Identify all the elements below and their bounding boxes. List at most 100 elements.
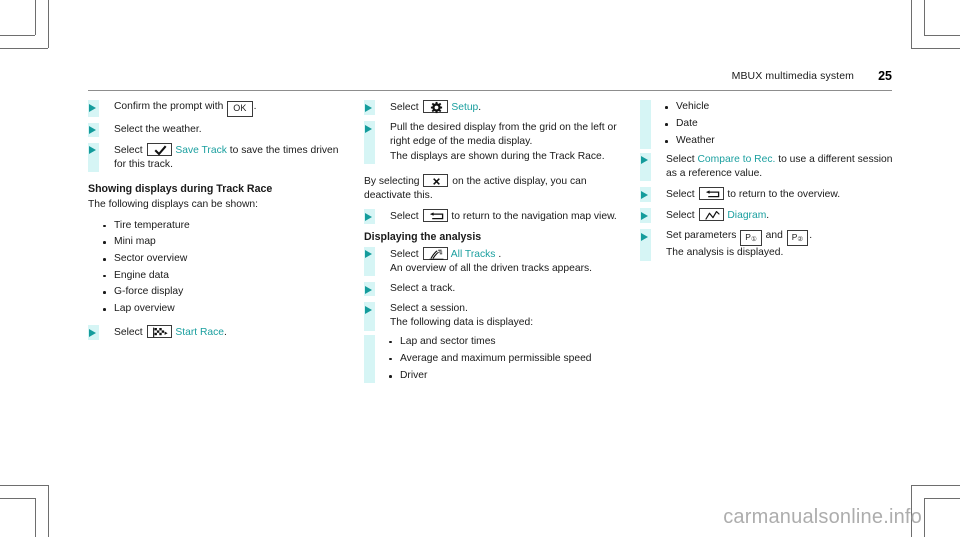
step-confirm-prompt: Confirm the prompt with OK. <box>88 100 346 117</box>
header-title: MBUX multimedia system <box>731 70 854 82</box>
checkmark-icon[interactable] <box>146 142 172 156</box>
step-text: Select a session. <box>390 303 468 315</box>
step-text-post: . <box>809 230 813 242</box>
step-arrow-icon <box>365 124 372 133</box>
gear-icon[interactable] <box>422 100 448 114</box>
step-arrow-icon <box>641 211 648 220</box>
step-note: The analysis is displayed. <box>666 247 784 259</box>
crop-mark-bottom-left <box>35 498 36 537</box>
step-note: An overview of all the driven tracks app… <box>390 262 593 274</box>
step-arrow-icon <box>365 285 372 294</box>
checkered-flag-icon[interactable] <box>146 325 172 339</box>
start-race-link[interactable]: Start Race <box>175 327 224 338</box>
diagram-link[interactable]: Diagram <box>727 210 766 221</box>
step-text-pre: Set parameters <box>666 230 737 242</box>
step-text-pre: Select <box>666 210 695 222</box>
paragraph-text-pre: By selecting <box>364 175 420 187</box>
list-item: Tire temperature <box>88 219 346 233</box>
step-text-pre: Select <box>114 327 143 339</box>
step-start-race: Select Start Race. <box>88 325 346 341</box>
step-arrow-icon <box>89 126 96 134</box>
list-item: Weather <box>640 134 896 148</box>
content-column-2: Select Setup. Pull the desired display f… <box>364 100 626 386</box>
list-item: Vehicle <box>640 100 896 114</box>
ok-button[interactable]: OK <box>227 101 253 117</box>
all-tracks-icon[interactable] <box>422 246 448 260</box>
step-all-tracks-note-wrap: An overview of all the driven tracks app… <box>364 261 626 277</box>
list-item: Date <box>640 117 896 131</box>
return-arrow-icon[interactable] <box>422 209 448 223</box>
step-session-note-wrap: The following data is displayed: <box>364 316 626 331</box>
crop-mark-top-left <box>0 48 48 49</box>
diagram-icon[interactable] <box>698 208 724 222</box>
step-select-setup: Select Setup. <box>364 100 626 116</box>
step-arrow-icon <box>641 156 648 165</box>
step-text-post: . <box>224 327 227 339</box>
compare-to-rec-link[interactable]: Compare to Rec. <box>698 154 776 165</box>
header-page-number: 25 <box>878 69 892 83</box>
close-x-icon[interactable] <box>423 173 449 187</box>
step-text-post: . <box>766 210 770 222</box>
step-select-all-tracks: Select All Tracks . <box>364 246 626 262</box>
step-text-pre: Select <box>390 211 419 223</box>
step-set-parameters: Set parameters P① and P②. <box>640 229 896 247</box>
step-select-a-session: Select a session. <box>364 302 626 317</box>
step-select-a-track: Select a track. <box>364 282 626 297</box>
parameter-p2-button[interactable]: P② <box>786 230 809 247</box>
crop-mark-bottom-left <box>0 485 48 486</box>
step-return-to-nav-map: Select to return to the navigation map v… <box>364 209 626 225</box>
heading-showing-displays: Showing displays during Track Race <box>88 183 273 196</box>
crop-mark-top-right <box>911 48 960 49</box>
save-track-link[interactable]: Save Track <box>175 145 227 156</box>
crop-mark-bottom-right <box>924 498 960 499</box>
step-arrow-icon <box>89 103 96 112</box>
step-arrow-icon <box>365 103 372 112</box>
all-tracks-link[interactable]: All Tracks <box>451 249 496 260</box>
crop-mark-bottom-right <box>924 498 925 537</box>
step-text-post: to return to the navigation map view. <box>451 211 617 223</box>
content-column-3: Vehicle Date Weather Select Compare to R… <box>640 100 896 261</box>
heading-displaying-analysis: Displaying the analysis <box>364 231 482 244</box>
step-note: The displays are shown during the Track … <box>390 150 605 162</box>
step-parameters-note-wrap: The analysis is displayed. <box>640 246 896 261</box>
setup-link[interactable]: Setup <box>451 102 478 113</box>
crop-mark-bottom-left <box>0 498 35 499</box>
step-text-pre: Select <box>114 144 143 156</box>
list-item: Engine data <box>88 269 346 283</box>
crop-mark-top-left <box>0 35 35 36</box>
parameter-p1-button[interactable]: P① <box>740 230 762 247</box>
step-save-track: Select Save Track to save the times driv… <box>88 142 346 173</box>
step-text-post: . <box>253 101 257 112</box>
step-text-pre: Select <box>666 189 695 201</box>
step-arrow-icon <box>641 190 648 199</box>
intro-text: The following displays can be shown: <box>88 199 258 211</box>
step-text-pre: Select <box>666 153 695 165</box>
return-arrow-icon[interactable] <box>698 187 724 201</box>
display-list: Tire temperature Mini map Sector overvie… <box>88 219 346 317</box>
step-text-pre: Confirm the prompt with <box>114 101 224 112</box>
parameter-p1-subscript: ① <box>750 236 757 244</box>
list-item: Average and maximum permissible speed <box>364 352 626 366</box>
step-text: Select a track. <box>390 283 456 295</box>
step-arrow-icon <box>89 146 96 155</box>
step-text-post: . <box>478 102 482 113</box>
list-item: Lap overview <box>88 302 346 316</box>
paragraph-deactivate: By selecting on the active display, you … <box>364 173 626 203</box>
step-text-pre: Select <box>390 102 419 113</box>
session-data-list-continued: Vehicle Date Weather <box>640 100 896 149</box>
page-header: MBUX multimedia system 25 <box>88 69 892 92</box>
step-text: Pull the desired display from the grid o… <box>390 122 617 148</box>
step-accent-bar <box>640 246 651 261</box>
step-accent-bar <box>364 149 375 164</box>
list-item: Driver <box>364 369 626 383</box>
step-arrow-icon <box>365 250 372 259</box>
header-divider <box>88 90 892 91</box>
step-arrow-icon <box>641 232 648 241</box>
list-item: Sector overview <box>88 252 346 266</box>
crop-mark-top-right <box>924 0 925 35</box>
step-accent-bar <box>364 261 375 277</box>
step-select-weather: Select the weather. <box>88 122 346 137</box>
watermark: carmanualsonline.info <box>723 506 922 528</box>
session-data-list: Lap and sector times Average and maximum… <box>364 334 626 384</box>
step-text-conj: and <box>765 230 783 242</box>
